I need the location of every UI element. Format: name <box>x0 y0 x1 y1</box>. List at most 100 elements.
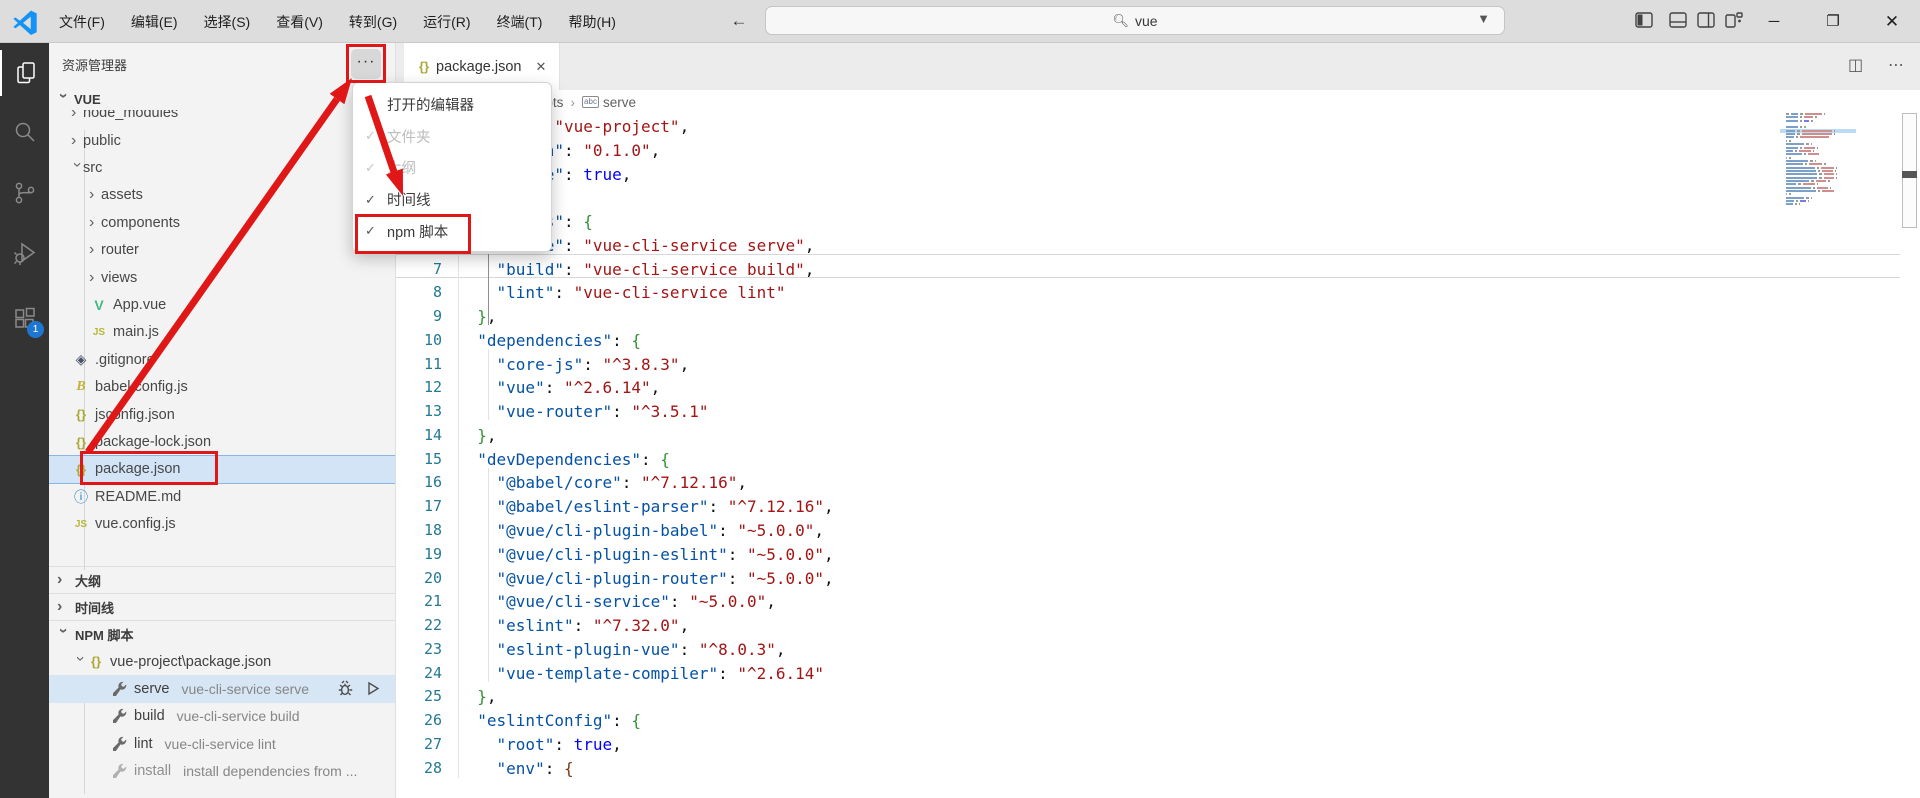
tree-item[interactable]: ⓘ README.md <box>49 483 395 510</box>
split-editor-icon[interactable]: ◫ <box>1848 55 1863 75</box>
tree-item[interactable]: › router <box>49 237 395 264</box>
breadcrumb-item[interactable]: abc serve <box>582 95 636 110</box>
customize-layout-icon[interactable] <box>1724 10 1746 32</box>
menubar-item[interactable]: 查看(V) <box>263 8 336 36</box>
token: : <box>583 354 603 374</box>
line-number: 14 <box>423 425 442 444</box>
menubar-item[interactable]: 终端(T) <box>484 8 556 36</box>
script-description: vue-cli-service build <box>176 708 300 725</box>
code-line: "root": true, <box>458 733 1788 757</box>
npm-script-serve[interactable]: serve vue-cli-service serve <box>49 675 395 703</box>
restore-button[interactable]: ❐ <box>1810 0 1856 43</box>
tree-item-label: vue.config.js <box>95 516 176 533</box>
chevron-down-icon[interactable]: ▼ <box>1477 11 1490 26</box>
tree-item[interactable]: › views <box>49 264 395 291</box>
minimap-token <box>1836 166 1838 169</box>
token: : <box>718 521 738 541</box>
close-tab-icon[interactable]: ✕ <box>535 59 546 75</box>
tree-item[interactable]: {} package.json <box>49 454 395 485</box>
menu-item-unchecked[interactable]: 打开的编辑器 <box>353 89 551 121</box>
explorer-icon[interactable] <box>0 50 49 96</box>
menubar-item[interactable]: 转到(G) <box>336 8 410 36</box>
token: , <box>612 734 622 754</box>
line-number: 16 <box>423 473 442 492</box>
minimap-line <box>1786 129 1837 132</box>
toggle-sidebar-icon[interactable] <box>1634 10 1656 32</box>
tree-item[interactable]: › components <box>49 209 395 236</box>
token: { <box>631 330 642 350</box>
toggle-secondary-sidebar-icon[interactable] <box>1696 10 1718 32</box>
line-number: 23 <box>423 639 442 658</box>
minimap-token <box>1786 139 1788 142</box>
menubar-item[interactable]: 文件(F) <box>46 8 118 36</box>
minimap-token <box>1786 173 1818 176</box>
minimap-token <box>1800 200 1806 203</box>
token: "@vue/cli-plugin-router" <box>496 568 728 588</box>
tree-item-label: assets <box>101 187 143 204</box>
minimap-line <box>1786 116 1819 119</box>
section-npm-scripts[interactable]: › NPM 脚本 <box>49 620 395 647</box>
menu-item-checked[interactable]: ✓ 文件夹 <box>353 121 551 153</box>
search-view-icon[interactable] <box>0 109 49 155</box>
code-area[interactable]: { "name": "vue-project", "version": "0.1… <box>458 115 1788 780</box>
minimap-token <box>1812 149 1815 152</box>
source-control-icon[interactable] <box>0 170 49 216</box>
npm-script-build[interactable]: build vue-cli-service build <box>49 703 395 730</box>
views-more-actions-button[interactable]: ··· <box>351 49 381 79</box>
minimap-token <box>1823 176 1835 179</box>
project-section-header[interactable]: › VUE <box>49 88 395 110</box>
tree-item[interactable]: ◈ .gitignore <box>49 346 395 373</box>
tree-item[interactable]: JS vue.config.js <box>49 511 395 538</box>
section-timeline[interactable]: › 时间线 <box>49 593 395 620</box>
indent-guide-active <box>488 254 489 325</box>
token: : <box>718 663 738 683</box>
nav-back-button[interactable]: ← <box>726 8 752 34</box>
toggle-panel-icon[interactable] <box>1668 10 1690 32</box>
minimap-token <box>1817 190 1821 193</box>
npm-script-lint[interactable]: lint vue-cli-service lint <box>49 730 395 757</box>
minimize-button[interactable]: ─ <box>1751 0 1797 43</box>
close-button[interactable]: ✕ <box>1869 0 1915 43</box>
extensions-icon[interactable]: 1 <box>0 295 49 341</box>
editor-more-actions-icon[interactable]: ⋯ <box>1888 55 1904 75</box>
tree-item[interactable]: › public <box>49 127 395 154</box>
tree-item[interactable]: V App.vue <box>49 291 395 318</box>
run-debug-icon[interactable] <box>0 230 49 276</box>
tree-item[interactable]: {} jsconfig.json <box>49 401 395 428</box>
npm-script-install[interactable]: install install dependencies from ... <box>49 758 395 785</box>
tree-item[interactable]: Bbabel.config.js <box>49 374 395 401</box>
command-center-search[interactable]: 🔍︎ vue ▼ <box>765 6 1505 35</box>
token: "eslint" <box>496 616 574 636</box>
menubar-item[interactable]: 选择(S) <box>191 8 264 36</box>
minimap-token <box>1810 143 1813 146</box>
minimap[interactable] <box>1780 113 1856 223</box>
tree-item[interactable]: › src <box>49 154 395 181</box>
tree-item[interactable]: {} package-lock.json <box>49 428 395 455</box>
menu-item-checked[interactable]: ✓ npm 脚本 <box>353 215 551 247</box>
tree-item[interactable]: JS main.js <box>49 319 395 346</box>
minimap-token <box>1797 133 1800 136</box>
minimap-token <box>1806 196 1809 199</box>
minimap-token <box>1789 193 1791 196</box>
menu-item-checked[interactable]: ✓ 时间线 <box>353 184 551 216</box>
minimap-token <box>1794 149 1798 152</box>
menu-item-checked[interactable]: ✓ 大纲 <box>353 152 551 184</box>
menubar-item[interactable]: 编辑(E) <box>118 8 191 36</box>
npm-root-item[interactable]: ›{} vue-project\package.json <box>49 648 395 675</box>
minimap-token <box>1816 183 1818 186</box>
token: , <box>650 140 661 160</box>
tree-item[interactable]: › assets <box>49 182 395 209</box>
menubar-item[interactable]: 运行(R) <box>410 8 483 36</box>
run-script-icon[interactable] <box>363 679 382 698</box>
token: : <box>612 330 632 350</box>
code-line: "eslint": "^7.32.0", <box>458 614 1788 638</box>
minimap-token <box>1786 166 1815 169</box>
editor-group[interactable]: {} package.json ✕ ◫ ⋯ package.json›{}scr… <box>396 43 1920 798</box>
chevron-down-icon: › <box>55 93 72 99</box>
menubar-item[interactable]: 帮助(H) <box>555 8 628 36</box>
debug-script-icon[interactable] <box>336 679 355 698</box>
minimap-token <box>1810 159 1813 162</box>
